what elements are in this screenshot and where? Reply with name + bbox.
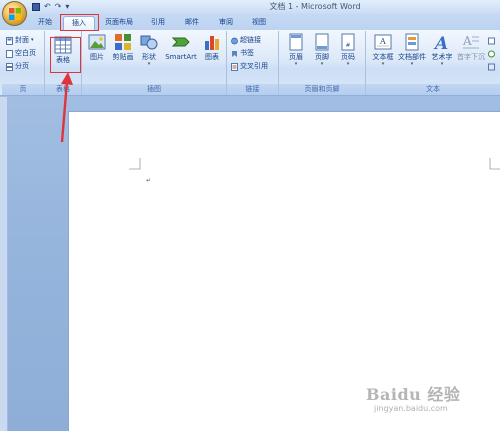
header-icon <box>289 33 303 51</box>
margin-corner-mark-left <box>129 158 141 170</box>
blank-page-button[interactable]: 空白页 <box>6 48 36 59</box>
page-break-button[interactable]: 分页 <box>6 61 29 72</box>
page-break-icon <box>6 62 13 71</box>
text-box-button[interactable]: A 文本框 ▾ <box>369 33 397 67</box>
clip-art-button[interactable]: 剪贴画 <box>109 33 137 62</box>
smartart-icon <box>172 37 190 47</box>
insert-object-button[interactable] <box>488 61 495 72</box>
footer-button[interactable]: 页脚 ▾ <box>308 33 336 67</box>
svg-text:A: A <box>462 34 472 48</box>
drop-cap-button[interactable]: A 首字下沉 <box>456 33 486 62</box>
cover-page-icon <box>6 36 13 45</box>
tab-view[interactable]: 视图 <box>247 16 271 30</box>
drop-cap-icon: A <box>462 34 479 49</box>
links-group: 超链接 书签 交叉引用 链接 <box>227 31 279 95</box>
page-number-button[interactable]: # 页码 ▾ <box>334 33 362 67</box>
bookmark-icon <box>232 50 237 57</box>
footer-dropdown-icon: ▾ <box>320 61 324 67</box>
date-time-icon <box>488 50 495 57</box>
tab-home[interactable]: 开始 <box>33 16 57 30</box>
signature-line-button[interactable] <box>488 35 495 46</box>
wordart-dropdown-icon: ▾ <box>440 61 444 67</box>
chart-button[interactable]: 图表 <box>198 33 226 62</box>
pointer-arrow-icon <box>60 72 73 143</box>
pages-group: 封面 ▾ 空白页 分页 页 <box>2 31 45 95</box>
bookmark-button[interactable]: 书签 <box>231 48 254 59</box>
quick-parts-dropdown-icon: ▾ <box>410 61 414 67</box>
shapes-dropdown-icon: ▾ <box>147 61 151 67</box>
tab-mailings[interactable]: 邮件 <box>180 16 204 30</box>
illustrations-group: 图片 剪贴画 形状 ▾ SmartArt 图表 插图 <box>82 31 227 95</box>
smartart-button[interactable]: SmartArt <box>163 33 199 62</box>
header-dropdown-icon: ▾ <box>294 61 298 67</box>
insert-tab-highlight <box>60 14 99 31</box>
hyperlink-button[interactable]: 超链接 <box>231 35 261 46</box>
svg-text:A: A <box>433 34 448 51</box>
cross-reference-button[interactable]: 交叉引用 <box>231 61 268 72</box>
quick-parts-icon <box>405 33 419 51</box>
watermark-url: jingyan.baidu.com <box>374 404 448 413</box>
text-box-icon: A <box>374 34 392 50</box>
header-footer-group: 页眉 ▾ 页脚 ▾ # 页码 ▾ 页眉和页脚 <box>279 31 366 95</box>
header-footer-group-label: 页眉和页脚 <box>279 84 365 95</box>
table-button-highlight <box>50 37 81 73</box>
vertical-ruler[interactable] <box>0 97 8 431</box>
picture-button[interactable]: 图片 <box>83 33 111 62</box>
illustrations-group-label: 插图 <box>82 84 226 95</box>
links-group-label: 链接 <box>227 84 278 95</box>
title-bar: ↶ ↷ ▾ 文档 1 - Microsoft Word <box>0 0 500 14</box>
window-title: 文档 1 - Microsoft Word <box>269 2 361 11</box>
picture-icon <box>88 34 106 50</box>
insert-object-icon <box>488 63 495 70</box>
margin-corner-mark-right <box>489 158 500 170</box>
paragraph-mark: ↵ <box>146 177 152 184</box>
watermark-brand: Baidu 经验 <box>366 385 461 404</box>
pages-group-label: 页 <box>2 84 44 95</box>
text-group-label: 文本 <box>366 84 500 95</box>
blank-page-icon <box>6 49 13 58</box>
text-group: A 文本框 ▾ 文档部件 ▾ A 艺术字 ▾ A 首字下沉 文本 <box>366 31 500 95</box>
shapes-button[interactable]: 形状 ▾ <box>135 33 163 67</box>
page-number-dropdown-icon: ▾ <box>346 61 350 67</box>
tab-review[interactable]: 审阅 <box>214 16 238 30</box>
wordart-button[interactable]: A 艺术字 ▾ <box>428 33 456 67</box>
header-button[interactable]: 页眉 ▾ <box>282 33 310 67</box>
signature-line-icon <box>488 37 495 44</box>
footer-icon <box>315 33 329 51</box>
wordart-icon: A <box>433 34 448 51</box>
tab-page-layout[interactable]: 页面布局 <box>101 16 137 30</box>
hyperlink-icon <box>231 37 238 44</box>
svg-text:#: # <box>345 42 350 49</box>
svg-text:A: A <box>379 37 386 46</box>
office-button[interactable] <box>2 1 27 26</box>
date-time-button[interactable] <box>488 48 495 59</box>
clip-art-icon <box>115 34 131 50</box>
cover-page-button[interactable]: 封面 ▾ <box>6 35 34 46</box>
baidu-watermark: Baidu 经验 jingyan.baidu.com <box>366 381 496 427</box>
cross-reference-icon <box>231 62 238 71</box>
text-box-dropdown-icon: ▾ <box>381 61 385 67</box>
chart-icon <box>205 36 219 50</box>
page-number-icon: # <box>341 33 355 51</box>
shapes-icon <box>140 35 158 50</box>
tab-references[interactable]: 引用 <box>146 16 170 30</box>
quick-parts-button[interactable]: 文档部件 ▾ <box>397 33 427 67</box>
office-logo-icon <box>9 8 21 20</box>
